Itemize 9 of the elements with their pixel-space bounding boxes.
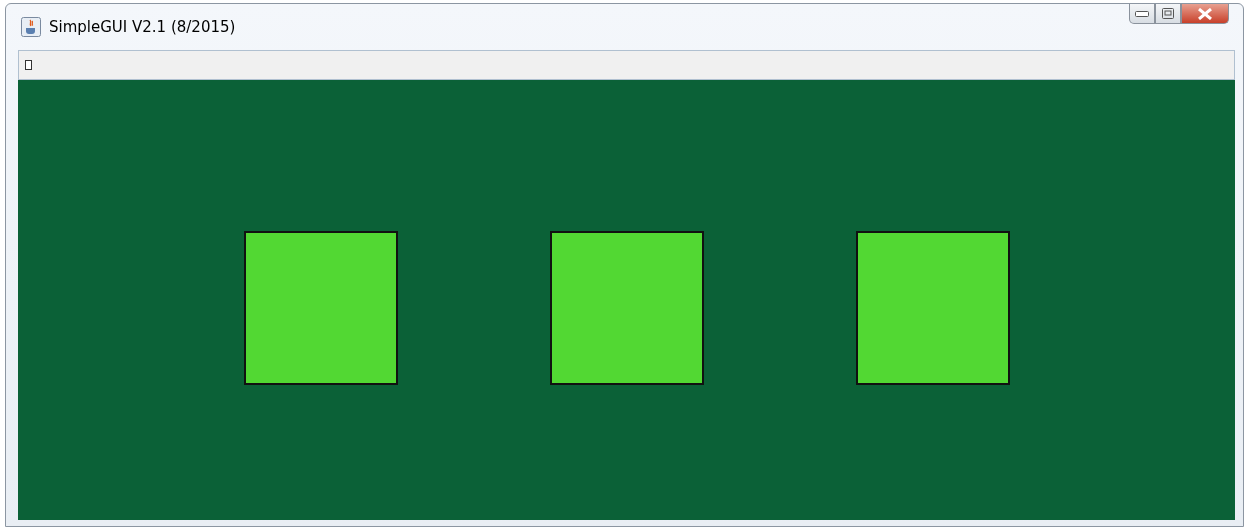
minimize-icon (1135, 10, 1149, 17)
window-title: SimpleGUI V2.1 (8/2015) (49, 18, 236, 36)
close-button[interactable] (1181, 4, 1229, 24)
minimize-button[interactable] (1129, 4, 1155, 24)
close-icon (1197, 7, 1213, 20)
maximize-button[interactable] (1155, 4, 1181, 24)
coffee-cup-icon (21, 17, 41, 37)
maximize-icon (1162, 8, 1174, 19)
square-outline-icon (25, 60, 32, 70)
